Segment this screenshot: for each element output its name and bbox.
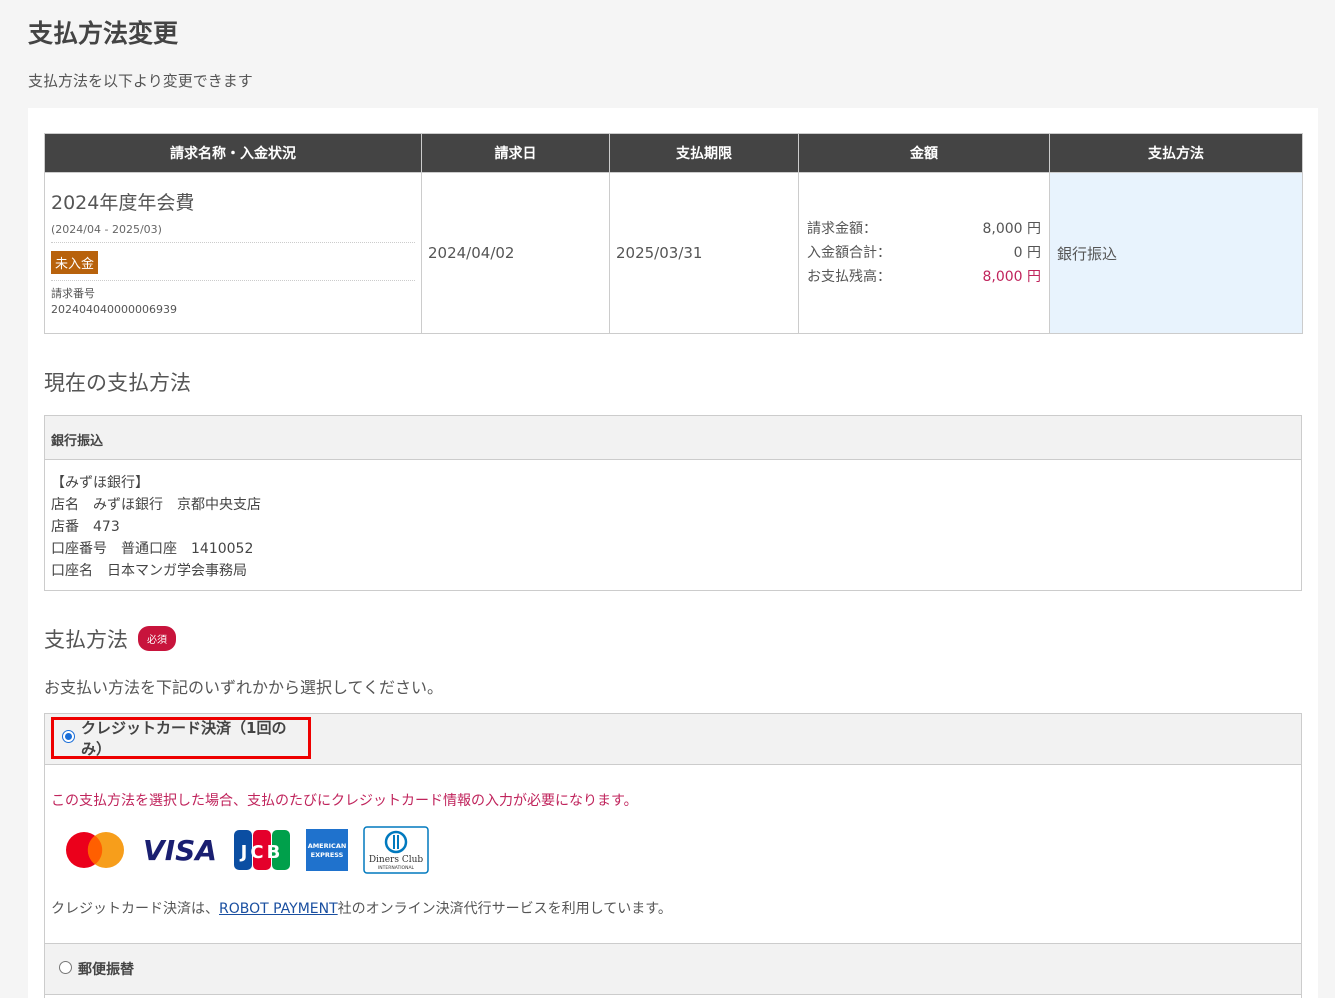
amount-paid-label: 入金額合計： (807, 245, 891, 261)
current-method-name: 銀行振込 (45, 416, 1301, 460)
payment-method-cell: 銀行振込 (1049, 172, 1303, 334)
table-row: 2024年度年会費 (2024/04 - 2025/03) 未入金 請求番号 2… (44, 172, 1303, 334)
status-badge: 未入金 (51, 251, 99, 274)
diners-club-logo: Diners Club INTERNATIONAL (363, 826, 429, 874)
diners-logo-text-top: Diners Club (369, 855, 424, 865)
bank-detail-line: 店名 みずほ銀行 京都中央支店 (51, 497, 261, 513)
col-header-method: 支払方法 (1049, 133, 1303, 173)
visa-logo-text: VISA (143, 834, 217, 867)
robot-payment-link[interactable]: ROBOT PAYMENT (219, 901, 338, 917)
invoice-title: 2024年度年会費 (51, 192, 195, 214)
amex-logo-text-top: AMERICAN (308, 842, 347, 850)
amount-balance-label: お支払残高： (807, 269, 891, 285)
payment-options: クレジットカード決済（1回のみ） この支払方法を選択した場合、支払のたびにクレジ… (44, 713, 1302, 998)
amount-billed-value: 8,000 円 (982, 221, 1041, 237)
option-credit-card-header: クレジットカード決済（1回のみ） (45, 714, 1301, 765)
amount-balance-row: お支払残高： 8,000 円 (799, 265, 1049, 289)
main-panel: 請求名称・入金状況 請求日 支払期限 金額 支払方法 2024年度年会費 (20… (28, 108, 1318, 998)
invoice-table-header: 請求名称・入金状況 請求日 支払期限 金額 支払方法 (44, 133, 1303, 173)
amex-logo: AMERICAN EXPRESS (306, 829, 348, 871)
page-subtitle: 支払方法を以下より変更できます (28, 72, 253, 90)
jcb-logo-text: JCB (239, 842, 284, 863)
amount-billed-row: 請求金額： 8,000 円 (799, 217, 1049, 241)
credit-card-warning: この支払方法を選択した場合、支払のたびにクレジットカード情報の入力が必要になりま… (51, 793, 638, 809)
invoice-number: 202404040000006939 (51, 303, 177, 316)
bank-details: 【みずほ銀行】 店名 みずほ銀行 京都中央支店 店番 473 口座番号 普通口座… (45, 460, 1301, 594)
amount-cell: 請求金額： 8,000 円 入金額合計： 0 円 お支払残高： 8,000 円 (798, 172, 1050, 334)
jcb-logo: JCB (234, 830, 290, 870)
required-badge: 必須 (138, 625, 176, 651)
bank-detail-line: 口座番号 普通口座 1410052 (51, 541, 254, 557)
payment-method-heading: 支払方法 必須 (44, 624, 176, 654)
diners-logo-text-bottom: INTERNATIONAL (378, 865, 415, 871)
credit-card-details: この支払方法を選択した場合、支払のたびにクレジットカード情報の入力が必要になりま… (45, 765, 1301, 944)
amount-paid-row: 入金額合計： 0 円 (799, 241, 1049, 265)
amount-billed-label: 請求金額： (807, 221, 877, 237)
amount-paid-value: 0 円 (1013, 245, 1041, 261)
credit-card-option[interactable]: クレジットカード決済（1回のみ） (51, 717, 311, 759)
visa-logo: VISA (143, 834, 217, 867)
credit-card-radio[interactable] (62, 729, 75, 743)
credit-card-note-suffix: 社のオンライン決済代行サービスを利用しています。 (337, 901, 672, 917)
amex-logo-text-bottom: EXPRESS (311, 851, 344, 859)
payment-instruction: お支払い方法を下記のいずれかから選択してください。 (44, 678, 444, 697)
payment-method-title: 支払方法 (44, 628, 128, 652)
invoice-name-cell: 2024年度年会費 (2024/04 - 2025/03) 未入金 請求番号 2… (44, 172, 422, 334)
current-method-title: 現在の支払方法 (44, 371, 191, 395)
amount-balance-value: 8,000 円 (982, 269, 1041, 285)
credit-card-label: クレジットカード決済（1回のみ） (81, 719, 287, 758)
invoice-number-block: 請求番号 202404040000006939 (51, 280, 415, 318)
bank-detail-line: 【みずほ銀行】 (51, 475, 149, 491)
invoice-number-label: 請求番号 (51, 287, 95, 300)
page-title: 支払方法変更 (28, 19, 179, 48)
credit-card-note: クレジットカード決済は、ROBOT PAYMENT社のオンライン決済代行サービス… (51, 898, 672, 918)
card-logos: VISA JCB AMERICAN EXPRESS Diners Club IN… (63, 826, 429, 874)
postal-transfer-label: 郵便振替 (78, 962, 134, 978)
col-header-invoice-date: 請求日 (421, 133, 610, 173)
bank-detail-line: 店番 473 (51, 519, 120, 535)
col-header-amount: 金額 (798, 133, 1050, 173)
col-header-due-date: 支払期限 (609, 133, 799, 173)
credit-card-note-prefix: クレジットカード決済は、 (51, 901, 219, 917)
bank-detail-line: 口座名 日本マンガ学会事務局 (51, 563, 247, 579)
postal-transfer-option[interactable]: 郵便振替 (45, 944, 1301, 995)
invoice-period: (2024/04 - 2025/03) (51, 223, 415, 243)
due-date-cell: 2025/03/31 (609, 172, 799, 334)
invoice-table: 請求名称・入金状況 請求日 支払期限 金額 支払方法 2024年度年会費 (20… (44, 133, 1303, 334)
mastercard-logo (66, 832, 124, 868)
current-method-box: 銀行振込 【みずほ銀行】 店名 みずほ銀行 京都中央支店 店番 473 口座番号… (44, 415, 1302, 591)
postal-transfer-radio[interactable] (59, 960, 72, 974)
col-header-name: 請求名称・入金状況 (44, 133, 422, 173)
invoice-date-cell: 2024/04/02 (421, 172, 610, 334)
